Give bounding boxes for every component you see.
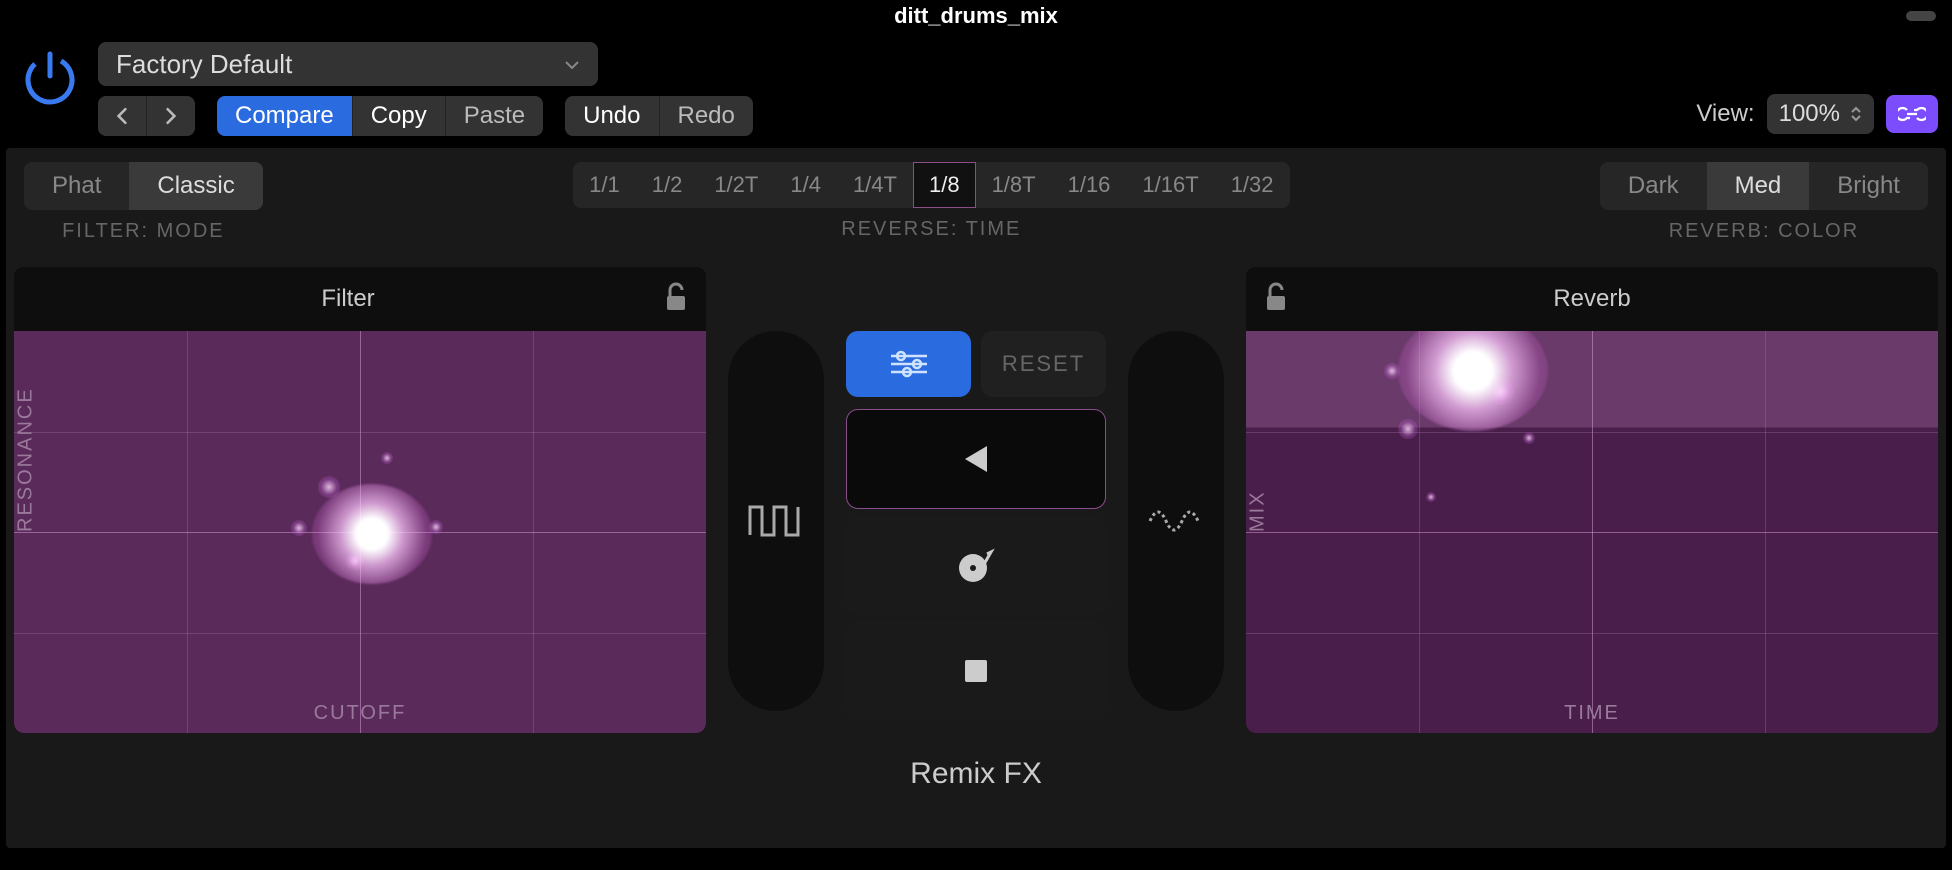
play-reverse-icon xyxy=(953,436,999,482)
copy-button[interactable]: Copy xyxy=(353,96,445,136)
preset-prev-button[interactable] xyxy=(98,96,146,136)
window-title: ditt_drums_mix xyxy=(894,3,1058,29)
chevron-left-icon xyxy=(116,106,128,126)
filter-x-axis-label: CUTOFF xyxy=(314,702,407,725)
filter-xy-panel: Filter RESONANCE CUTOFF xyxy=(14,267,706,733)
chevron-down-icon xyxy=(564,49,580,80)
reverb-color-option-med[interactable]: Med xyxy=(1707,162,1810,210)
reverse-time-option-1-2[interactable]: 1/2 xyxy=(636,162,699,208)
view-label: View: xyxy=(1696,100,1754,128)
filter-mode-option-classic[interactable]: Classic xyxy=(129,162,262,210)
downsampler-strip[interactable] xyxy=(1128,331,1224,711)
reverse-time-option-1-4t[interactable]: 1/4T xyxy=(837,162,913,208)
plugin-toolbar: Factory Default Compare Copy Paste xyxy=(0,32,1952,144)
plugin-name-footer: Remix FX xyxy=(6,733,1946,791)
reverse-fx-button[interactable] xyxy=(846,409,1106,509)
filter-mode-label: FILTER: MODE xyxy=(62,220,225,243)
sliders-icon xyxy=(887,348,931,380)
stepper-icon xyxy=(1850,105,1862,123)
settings-button[interactable] xyxy=(846,331,971,397)
reverb-color-option-bright[interactable]: Bright xyxy=(1809,162,1928,210)
lock-open-icon[interactable] xyxy=(664,282,688,317)
plugin-body: PhatClassic FILTER: MODE 1/11/21/2T1/41/… xyxy=(6,148,1946,848)
reverb-xy-panel: Reverb MIX TIME xyxy=(1246,267,1938,733)
gater-strip[interactable] xyxy=(728,331,824,711)
reverse-time-option-1-8t[interactable]: 1/8T xyxy=(976,162,1052,208)
scratch-fx-button[interactable] xyxy=(846,515,1106,615)
reverb-pad-title: Reverb xyxy=(1288,285,1896,313)
reset-button[interactable]: RESET xyxy=(981,331,1106,397)
reverse-time-option-1-2t[interactable]: 1/2T xyxy=(698,162,774,208)
compare-button[interactable]: Compare xyxy=(217,96,352,136)
redo-button[interactable]: Redo xyxy=(660,96,753,136)
link-button[interactable] xyxy=(1886,95,1938,133)
sine-wave-icon xyxy=(1146,497,1206,545)
square-wave-icon xyxy=(746,497,806,545)
filter-y-axis-label: RESONANCE xyxy=(15,387,38,532)
reverse-time-option-1-32[interactable]: 1/32 xyxy=(1215,162,1290,208)
titlebar: ditt_drums_mix xyxy=(0,0,1952,32)
reverse-time-segment: 1/11/21/2T1/41/4T1/81/8T1/161/16T1/32 xyxy=(573,162,1289,208)
filter-mode-option-phat[interactable]: Phat xyxy=(24,162,129,210)
reverb-color-label: REVERB: COLOR xyxy=(1669,220,1859,243)
turntable-icon xyxy=(953,542,999,588)
reverse-time-option-1-4[interactable]: 1/4 xyxy=(774,162,837,208)
titlebar-pill-icon xyxy=(1906,11,1936,21)
reverb-color-segment: DarkMedBright xyxy=(1600,162,1928,210)
zoom-select[interactable]: 100% xyxy=(1767,94,1874,134)
reverse-time-option-1-16t[interactable]: 1/16T xyxy=(1126,162,1214,208)
stop-icon xyxy=(953,648,999,694)
stop-fx-button[interactable] xyxy=(846,621,1106,721)
reverb-color-option-dark[interactable]: Dark xyxy=(1600,162,1707,210)
paste-button[interactable]: Paste xyxy=(446,96,543,136)
reverse-time-option-1-16[interactable]: 1/16 xyxy=(1052,162,1127,208)
filter-xy-pad[interactable]: RESONANCE CUTOFF xyxy=(14,331,706,733)
chevron-right-icon xyxy=(165,106,177,126)
undo-button[interactable]: Undo xyxy=(565,96,658,136)
reverse-time-label: REVERSE: TIME xyxy=(841,218,1021,241)
reverse-time-option-1-1[interactable]: 1/1 xyxy=(573,162,636,208)
preset-next-button[interactable] xyxy=(147,96,195,136)
zoom-value: 100% xyxy=(1779,100,1840,128)
filter-pad-title: Filter xyxy=(32,285,664,313)
lock-open-icon[interactable] xyxy=(1264,282,1288,317)
reverb-y-axis-label: MIX xyxy=(1247,490,1270,532)
power-button[interactable] xyxy=(14,42,86,114)
reverse-time-option-1-8[interactable]: 1/8 xyxy=(913,162,976,208)
center-controls: RESET xyxy=(846,321,1106,733)
link-icon xyxy=(1898,104,1926,124)
preset-name: Factory Default xyxy=(116,49,292,80)
reverb-x-axis-label: TIME xyxy=(1564,702,1620,725)
power-icon xyxy=(20,48,80,108)
filter-mode-segment: PhatClassic xyxy=(24,162,263,210)
preset-select[interactable]: Factory Default xyxy=(98,42,598,86)
reverb-xy-pad[interactable]: MIX TIME xyxy=(1246,331,1938,733)
